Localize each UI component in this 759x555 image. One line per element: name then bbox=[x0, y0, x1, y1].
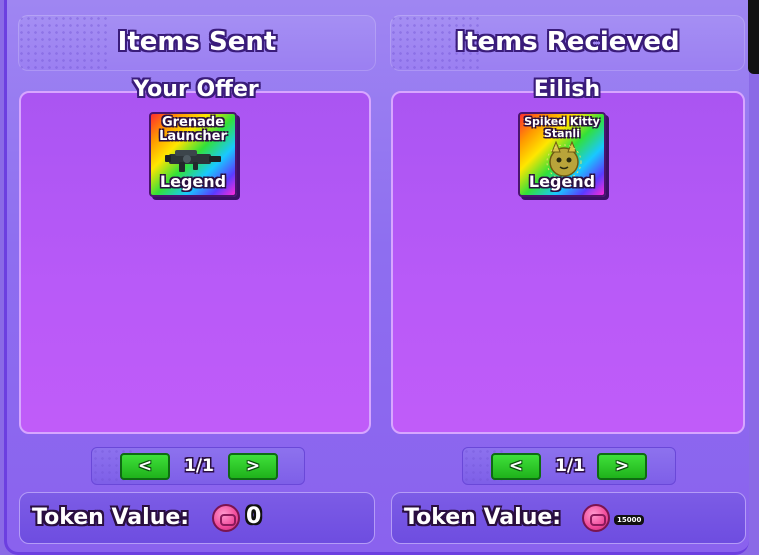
token-value-amount: 15000 bbox=[614, 515, 645, 525]
your-offer-title: Your Offer bbox=[133, 77, 259, 102]
page-indicator: 1/1 bbox=[555, 456, 585, 476]
token-coin-icon bbox=[582, 504, 610, 532]
items-received-title: Items Recieved bbox=[455, 27, 680, 57]
item-name: Grenade Launcher bbox=[159, 115, 227, 144]
item-rarity: Legend bbox=[159, 172, 227, 191]
left-token-value-bar: Token Value: 0 bbox=[19, 492, 375, 544]
next-page-button[interactable]: > bbox=[597, 453, 647, 480]
token-value-label: Token Value: bbox=[32, 505, 190, 530]
item-name: Spiked Kitty Stanli bbox=[524, 115, 600, 140]
page-indicator: 1/1 bbox=[184, 456, 214, 476]
right-token-value-bar: Token Value: 15000 bbox=[391, 492, 746, 544]
items-sent-header: Items Sent bbox=[18, 15, 376, 71]
prev-page-button[interactable]: < bbox=[491, 453, 541, 480]
right-pager: < 1/1 > bbox=[462, 447, 676, 485]
items-received-header: Items Recieved bbox=[390, 15, 745, 71]
token-coin-icon bbox=[212, 504, 240, 532]
grenade-launcher-icon bbox=[165, 150, 221, 172]
next-page-button[interactable]: > bbox=[228, 453, 278, 480]
item-card-grenade-launcher[interactable]: Grenade Launcher Legend bbox=[149, 112, 237, 197]
items-sent-title: Items Sent bbox=[117, 27, 277, 57]
prev-page-button[interactable]: < bbox=[120, 453, 170, 480]
partner-name-title: Eilish bbox=[533, 77, 601, 102]
item-card-spiked-kitty-stanli[interactable]: Spiked Kitty Stanli Legend bbox=[518, 112, 606, 197]
window-edge bbox=[748, 0, 759, 74]
left-pager: < 1/1 > bbox=[91, 447, 305, 485]
token-value-amount: 0 bbox=[246, 504, 262, 529]
item-rarity: Legend bbox=[528, 172, 596, 191]
token-value-label: Token Value: bbox=[404, 505, 562, 530]
